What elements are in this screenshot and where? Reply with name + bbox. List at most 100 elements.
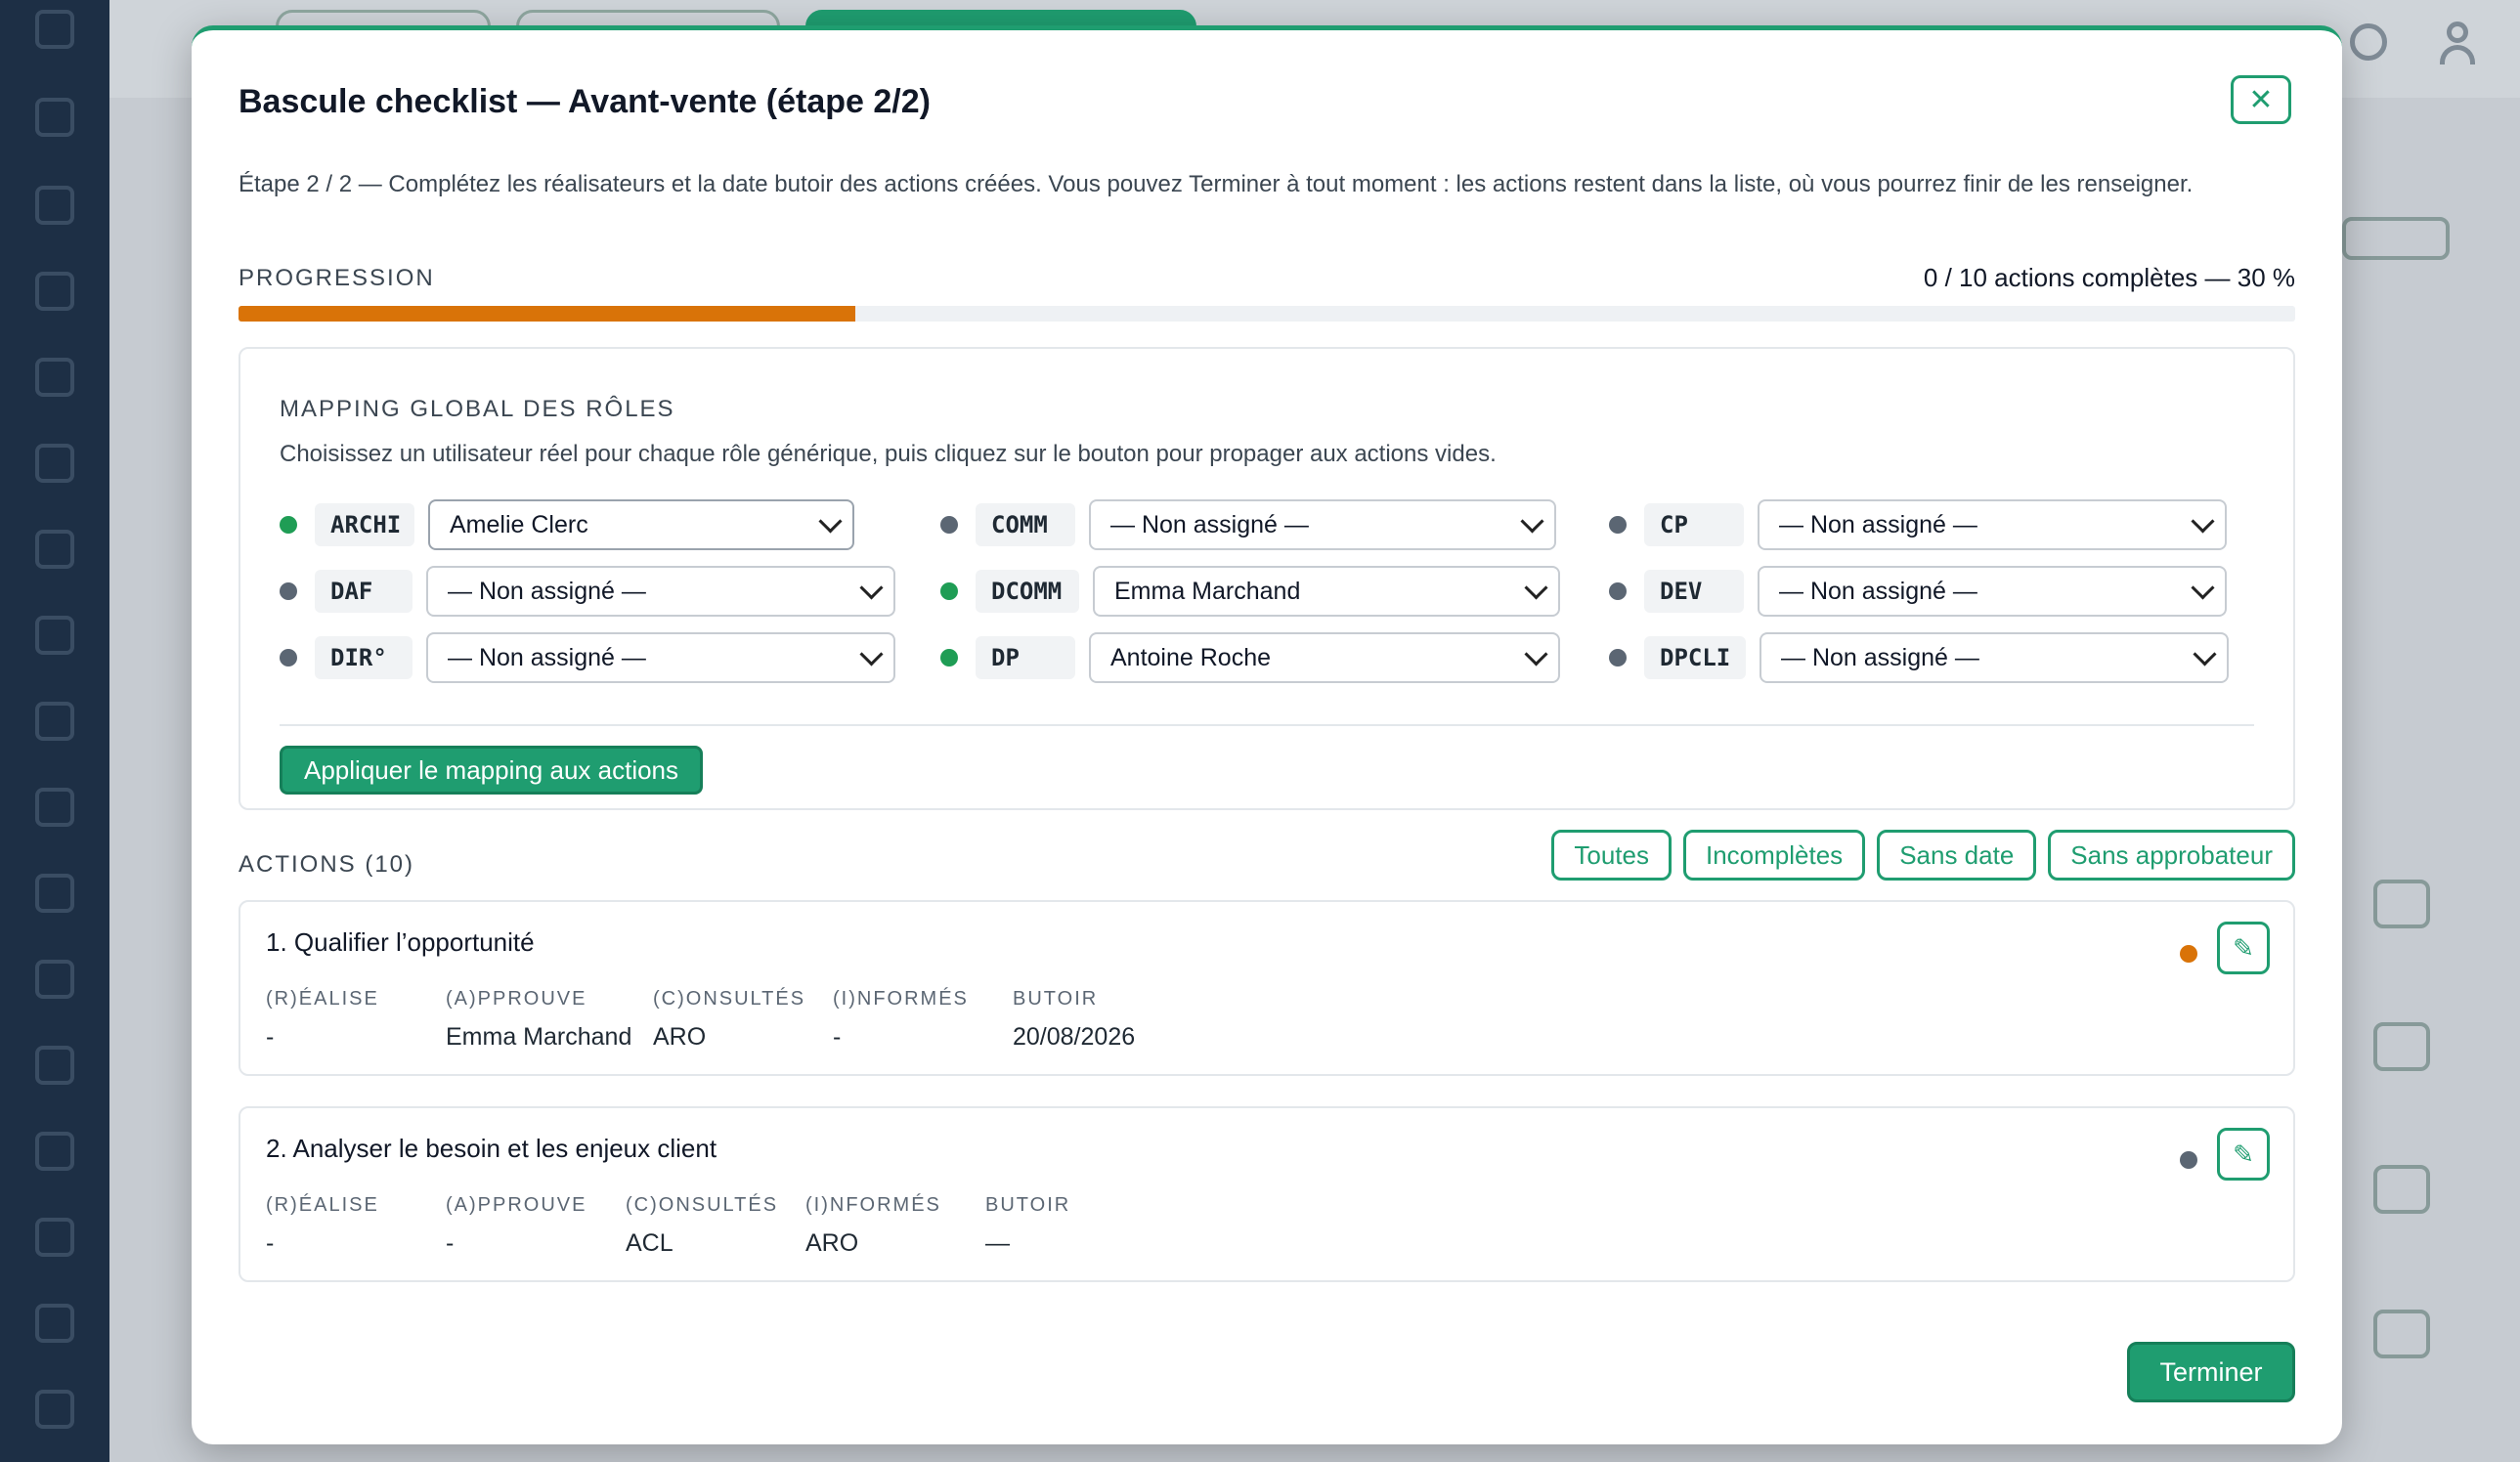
role-user-select[interactable]: Emma Marchand (1093, 566, 1560, 617)
nav-clock-icon (35, 960, 74, 999)
role-user-select[interactable]: Amelie Clerc (428, 499, 854, 550)
chevron-down-icon (1520, 508, 1544, 534)
role-dp: DP Antoine Roche (940, 632, 1560, 683)
column-header-realise: (R)ÉALISE (266, 1194, 379, 1216)
role-dir: DIR° — Non assigné — (280, 632, 895, 683)
chevron-down-icon (2193, 641, 2217, 666)
modal-intro-text: Étape 2 / 2 — Complétez les réalisateurs… (239, 171, 2194, 197)
role-code: ARCHI (315, 503, 414, 546)
select-value: Amelie Clerc (450, 510, 588, 538)
action-approuve-value: Emma Marchand (446, 1023, 632, 1051)
role-user-select[interactable]: — Non assigné — (1758, 499, 2227, 550)
unassigned-status-dot (280, 649, 297, 666)
role-code: DCOMM (976, 570, 1079, 613)
nav-person-icon (35, 1390, 74, 1429)
edit-action-button[interactable]: ✎ (2217, 922, 2270, 974)
column-header-butoir: BUTOIR (1013, 988, 1099, 1010)
mapping-description: Choisissez un utilisateur réel pour chaq… (280, 441, 1497, 467)
nav-folder2-icon (35, 702, 74, 741)
role-cp: CP — Non assigné — (1609, 499, 2227, 550)
select-value: — Non assigné — (1779, 577, 1977, 605)
close-button[interactable]: ✕ (2231, 75, 2291, 124)
background-filter-button (2342, 217, 2450, 260)
nav-folder3-icon (35, 1304, 74, 1343)
action-title: 1. Qualifier l’opportunité (266, 927, 535, 957)
role-code: DIR° (315, 636, 413, 679)
nav-alert-icon (35, 1218, 74, 1257)
action-realise-value: - (266, 1229, 275, 1257)
modal-title: Bascule checklist — Avant-vente (étape 2… (239, 83, 931, 120)
pending-status-dot (2180, 1151, 2197, 1169)
role-code: CP (1644, 503, 1744, 546)
background-edit-button (2373, 1310, 2430, 1358)
background-sidebar (0, 0, 109, 1462)
nav-dashboard-icon (35, 10, 74, 49)
checklist-switch-modal: Bascule checklist — Avant-vente (étape 2… (192, 25, 2342, 1444)
nav-notes-icon (35, 272, 74, 311)
finish-button[interactable]: Terminer (2127, 1342, 2295, 1402)
unassigned-status-dot (1609, 516, 1627, 534)
filter-no-approver-button[interactable]: Sans approbateur (2048, 830, 2295, 881)
filter-incomplete-button[interactable]: Incomplètes (1683, 830, 1866, 881)
role-user-select[interactable]: — Non assigné — (426, 566, 895, 617)
background-edit-button (2373, 880, 2430, 928)
filter-no-date-button[interactable]: Sans date (1877, 830, 2037, 881)
action-informes-value: - (833, 1023, 842, 1051)
actions-count-label: ACTIONS (10) (239, 851, 415, 878)
role-user-select[interactable]: — Non assigné — (1760, 632, 2229, 683)
unassigned-status-dot (280, 582, 297, 600)
apply-mapping-button[interactable]: Appliquer le mapping aux actions (280, 746, 704, 795)
action-butoir-value: 20/08/2026 (1013, 1023, 1136, 1051)
role-archi: ARCHI Amelie Clerc (280, 499, 854, 550)
role-dev: DEV — Non assigné — (1609, 566, 2227, 617)
background-edit-button (2373, 1022, 2430, 1071)
nav-stats-icon (35, 874, 74, 913)
select-value: — Non assigné — (1781, 643, 1979, 671)
nav-bell-icon (35, 186, 74, 225)
role-code: COMM (976, 503, 1075, 546)
action-consultes-value: ARO (653, 1023, 707, 1051)
filter-all-button[interactable]: Toutes (1551, 830, 1672, 881)
nav-folder-icon (35, 444, 74, 483)
progress-label: PROGRESSION (239, 265, 435, 291)
nav-chat-icon (35, 616, 74, 655)
role-user-select[interactable]: — Non assigné — (1089, 499, 1556, 550)
action-informes-value: ARO (805, 1229, 859, 1257)
column-header-informes: (I)NFORMÉS (805, 1194, 941, 1216)
role-mapping-panel: MAPPING GLOBAL DES RÔLES Choisissez un u… (239, 347, 2295, 810)
role-code: DEV (1644, 570, 1744, 613)
chevron-down-icon (859, 641, 884, 666)
progress-bar-fill (239, 306, 856, 322)
assigned-status-dot (940, 649, 958, 666)
progress-count: 0 / 10 actions complètes — 30 % (1923, 263, 2295, 292)
action-butoir-value: — (985, 1229, 1010, 1257)
role-comm: COMM — Non assigné — (940, 499, 1556, 550)
pencil-icon: ✎ (2233, 932, 2254, 963)
chevron-down-icon (2191, 575, 2215, 600)
column-header-approuve: (A)PPROUVE (446, 1194, 587, 1216)
role-code: DPCLI (1644, 636, 1746, 679)
select-value: Emma Marchand (1114, 577, 1301, 605)
background-edit-button (2373, 1165, 2430, 1214)
pencil-icon: ✎ (2233, 1139, 2254, 1169)
nav-plans-icon (35, 98, 74, 137)
select-value: — Non assigné — (1110, 510, 1309, 538)
incomplete-status-dot (2180, 945, 2197, 963)
edit-action-button[interactable]: ✎ (2217, 1128, 2270, 1181)
role-user-select[interactable]: Antoine Roche (1089, 632, 1560, 683)
nav-grid-icon (35, 358, 74, 397)
chevron-down-icon (859, 575, 884, 600)
role-user-select[interactable]: — Non assigné — (426, 632, 895, 683)
role-code: DP (976, 636, 1075, 679)
nav-bag-icon (35, 1046, 74, 1085)
action-realise-value: - (266, 1023, 275, 1051)
unassigned-status-dot (1609, 582, 1627, 600)
column-header-informes: (I)NFORMÉS (833, 988, 969, 1010)
chevron-down-icon (2191, 508, 2215, 534)
background-search-icon (2350, 23, 2387, 61)
chevron-down-icon (1524, 575, 1548, 600)
close-icon: ✕ (2248, 83, 2274, 116)
role-code: DAF (315, 570, 413, 613)
role-user-select[interactable]: — Non assigné — (1758, 566, 2227, 617)
action-consultes-value: ACL (626, 1229, 673, 1257)
